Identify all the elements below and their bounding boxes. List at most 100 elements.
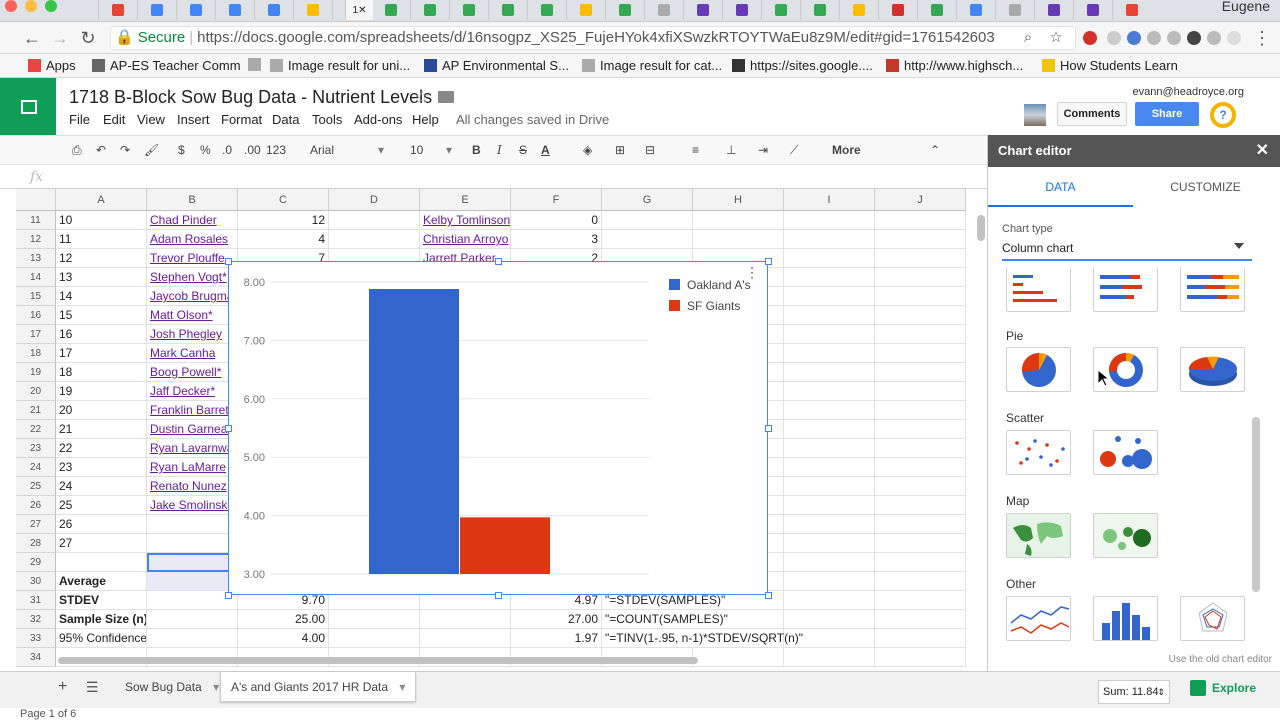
row-header[interactable]: 18 [16,344,56,363]
100-stacked-bar-chart-thumbnail[interactable] [1180,267,1245,312]
row-header[interactable]: 21 [16,401,56,420]
grid-cell[interactable] [875,287,966,306]
grid-cell[interactable] [875,420,966,439]
chart-type-select[interactable]: Column chart [1002,239,1252,261]
menu-addons[interactable]: Add-ons [354,112,402,127]
browser-tab[interactable] [371,0,410,20]
sum-display[interactable]: Sum: 11.84 ⇕ [1098,680,1170,704]
menu-insert[interactable]: Insert [177,112,210,127]
grid-cell[interactable]: 23 [56,458,147,477]
print-icon[interactable]: ⎙ [72,143,82,158]
bar-sf-giants[interactable] [460,517,550,574]
grid-cell[interactable] [875,306,966,325]
browser-tab[interactable] [1073,0,1112,20]
decrease-decimal-button[interactable]: .0 [222,143,232,157]
grid-cell[interactable] [784,325,875,344]
row-header[interactable]: 16 [16,306,56,325]
grid-cell[interactable] [875,211,966,230]
extension-icon[interactable] [1207,31,1221,45]
grid-cell[interactable]: 95% Confidence Interval [56,629,147,648]
grid-cell[interactable]: 10 [56,211,147,230]
browser-tab[interactable] [839,0,878,20]
grid-cell[interactable] [784,458,875,477]
column-header[interactable]: G [602,189,693,211]
align-horizontal-icon[interactable]: ≡ [692,143,699,157]
grid-cell[interactable] [784,230,875,249]
grid-cell[interactable]: 4 [238,230,329,249]
grid-cell[interactable] [784,553,875,572]
grid-cell[interactable]: Renato Nunez [147,477,238,496]
back-icon[interactable]: ← [22,28,42,48]
grid-horizontal-scrollbar[interactable] [58,657,698,664]
grid-cell[interactable] [147,610,238,629]
browser-tab[interactable] [98,0,137,20]
grid-cell[interactable]: 20 [56,401,147,420]
font-size-select[interactable]: 10 [410,143,423,157]
grid-cell[interactable]: Ryan LaMarre [147,458,238,477]
chevron-down-icon[interactable]: ▾ [213,680,219,694]
grid-cell[interactable] [56,553,147,572]
grid-cell[interactable] [147,572,238,591]
document-title[interactable]: 1718 B-Block Sow Bug Data - Nutrient Lev… [69,87,432,108]
grid-cell[interactable]: 12 [56,249,147,268]
menu-tools[interactable]: Tools [312,112,342,127]
browser-tab[interactable] [800,0,839,20]
grid-cell[interactable]: "=STDEV(SAMPLES)" [602,591,902,610]
bookmark-item[interactable]: http://www.highsch... [886,58,1023,73]
grid-cell[interactable] [784,249,875,268]
browser-tab[interactable] [917,0,956,20]
grid-cell[interactable] [875,477,966,496]
extension-icon[interactable] [1127,31,1141,45]
paint-format-icon[interactable]: 🖌 [144,143,159,157]
grid-cell[interactable]: Stephen Vogt* [147,268,238,287]
row-header[interactable]: 15 [16,287,56,306]
resize-handle[interactable] [765,425,772,432]
browser-tab[interactable] [410,0,449,20]
column-chart-svg[interactable]: 3.00 4.00 5.00 6.00 7.00 8.00 Oakland A's SF Gi… [229,262,769,596]
browser-tab[interactable] [293,0,332,20]
grid-cell[interactable]: Jaycob Brugman [147,287,238,306]
italic-button[interactable]: I [497,143,502,157]
grid-cell[interactable]: Chad Pinder [147,211,238,230]
grid-cell[interactable] [784,268,875,287]
menu-data[interactable]: Data [272,112,299,127]
account-email[interactable]: evann@headroyce.org [1133,86,1244,98]
grid-cell[interactable]: Ryan Lavarnway [147,439,238,458]
grid-cell[interactable] [875,496,966,515]
grid-cell[interactable] [784,382,875,401]
explore-button[interactable]: Explore [1190,680,1256,696]
menu-format[interactable]: Format [221,112,262,127]
row-header[interactable]: 34 [16,648,56,667]
browser-tab[interactable] [761,0,800,20]
column-header[interactable]: J [875,189,966,211]
column-header[interactable]: B [147,189,238,211]
folder-icon[interactable] [438,91,454,103]
increase-decimal-button[interactable]: .00 [244,143,261,157]
forward-icon[interactable]: → [50,28,70,48]
grid-cell[interactable] [329,211,420,230]
browser-tab[interactable] [215,0,254,20]
bookmark-item[interactable]: AP-ES Teacher Comm [92,58,241,73]
redo-icon[interactable]: ↷ [120,143,130,157]
grid-cell[interactable]: 15 [56,306,147,325]
text-wrapping-icon[interactable]: ⇥ [758,143,768,157]
row-header[interactable]: 32 [16,610,56,629]
close-tab-icon[interactable]: ✕ [358,5,366,16]
grid-cell[interactable] [784,648,875,667]
borders-icon[interactable]: ⊞ [615,143,625,157]
grid-cell[interactable]: 27 [56,534,147,553]
active-browser-tab[interactable]: 1 ✕ [345,0,373,20]
browser-tab[interactable] [605,0,644,20]
percent-button[interactable]: % [200,143,211,157]
lastpass-icon[interactable] [1187,31,1201,45]
grid-cell[interactable]: 0 [511,211,602,230]
bubble-chart-thumbnail[interactable] [1093,430,1158,475]
add-sheet-icon[interactable]: + [58,678,67,696]
browser-tab[interactable] [176,0,215,20]
row-header[interactable]: 33 [16,629,56,648]
bookmark-item[interactable]: AP Environmental S... [424,58,569,73]
profile-name[interactable]: Eugene [1222,0,1270,14]
grid-cell[interactable] [602,230,693,249]
column-header[interactable]: H [693,189,784,211]
grid-cell[interactable] [784,534,875,553]
